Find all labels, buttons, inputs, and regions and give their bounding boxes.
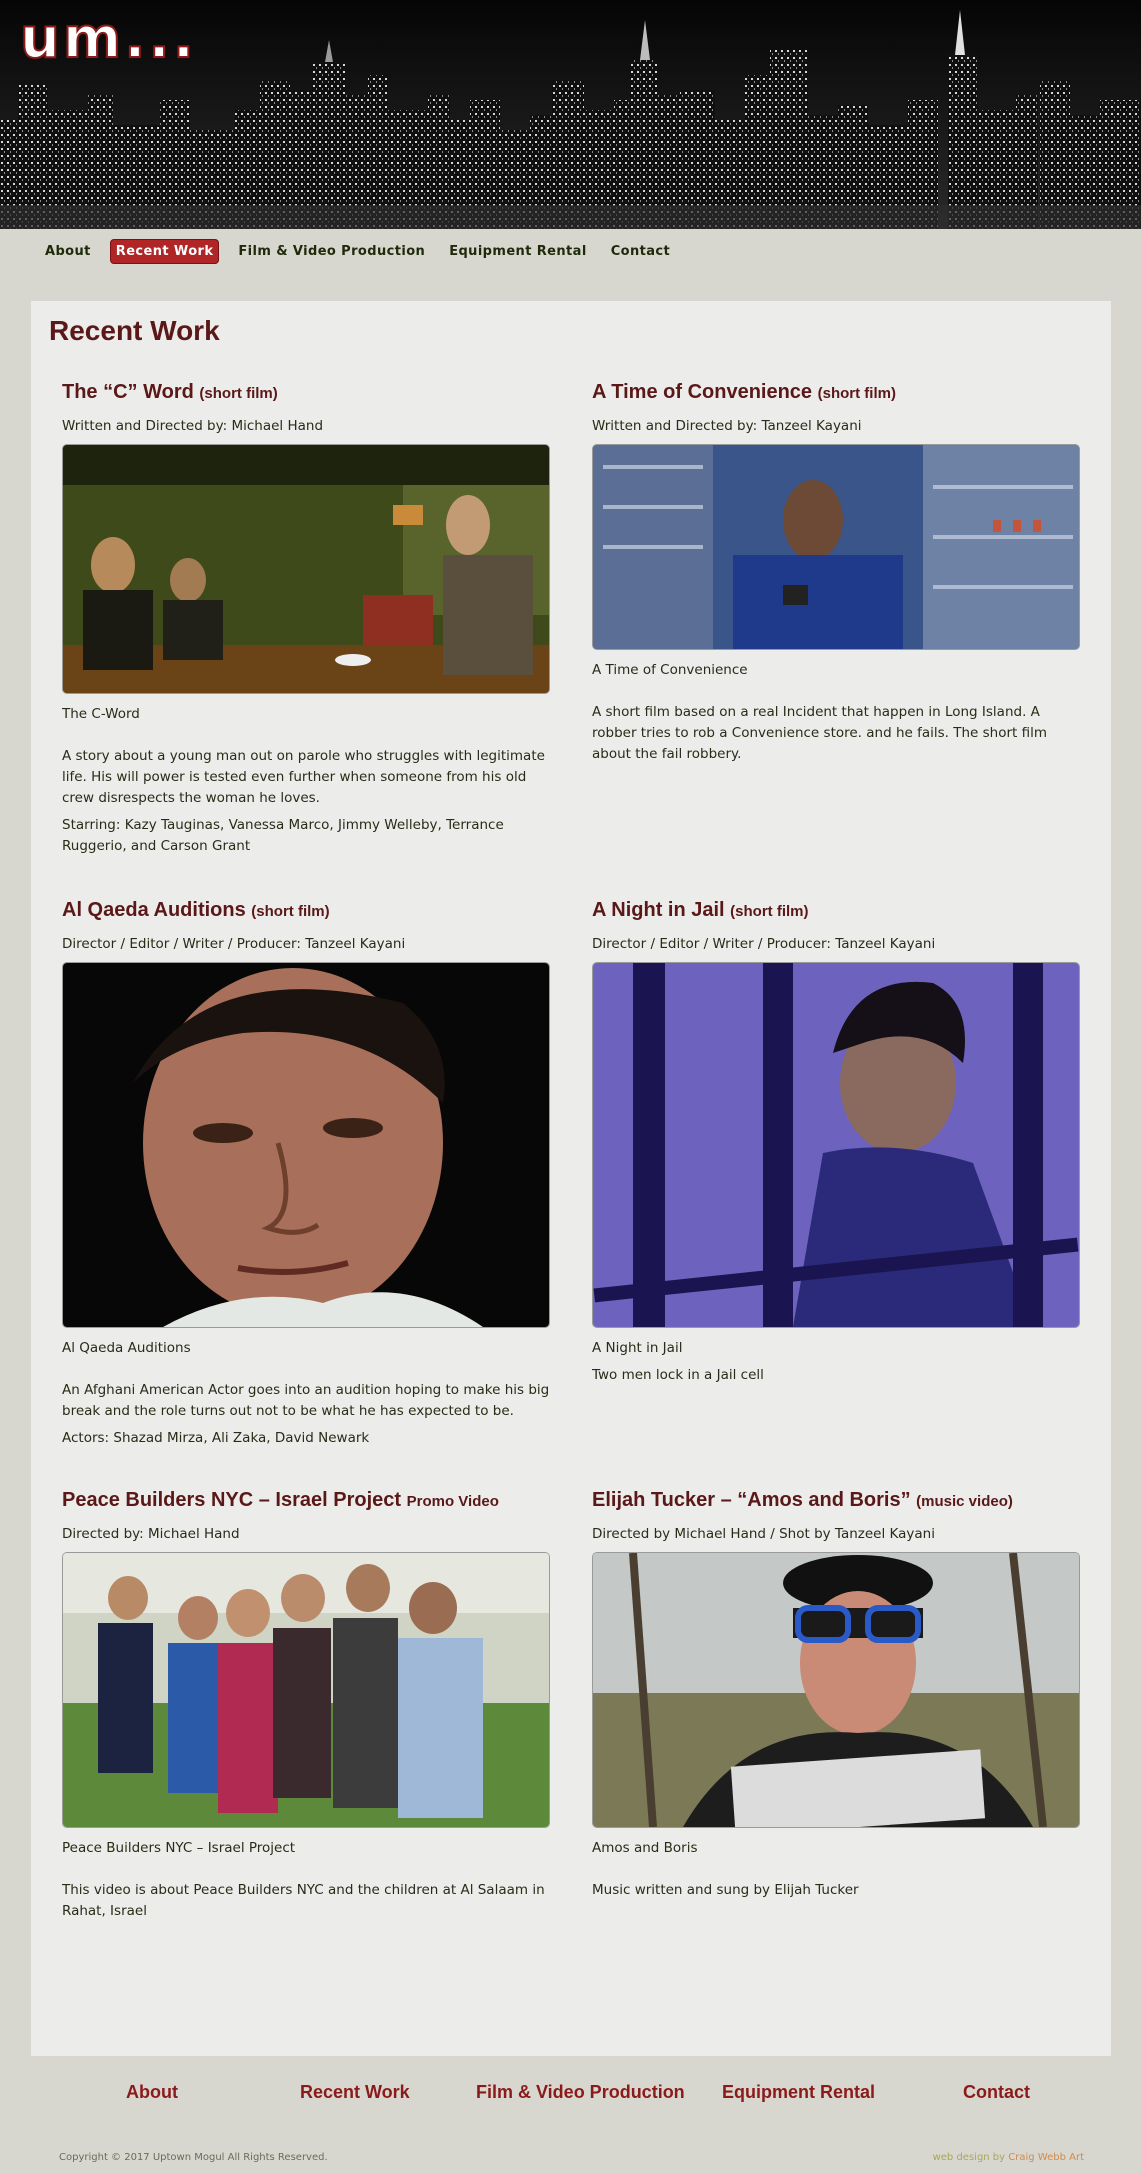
work-extra: Two men lock in a Jail cell: [592, 1367, 764, 1383]
work-credit: Written and Directed by: Tanzeel Kayani: [592, 418, 862, 434]
work-title: Al Qaeda Auditions (short film): [62, 897, 550, 925]
work-caption: The C-Word: [62, 706, 140, 722]
footer-nav-recent-work[interactable]: Recent Work: [300, 2082, 410, 2103]
credit-prefix: web design by: [932, 2152, 1006, 2163]
work-tag: (short film): [199, 385, 278, 402]
amos-and-boris-still: [593, 1553, 1079, 1827]
web-design-credit: web design by Craig Webb Art: [933, 2152, 1084, 2163]
work-title-text: A Night in Jail: [592, 899, 725, 921]
work-description: An Afghani American Actor goes into an a…: [62, 1382, 550, 1419]
work-title: A Night in Jail (short film): [592, 897, 1080, 925]
work-caption: A Time of Convenience: [592, 662, 748, 678]
work-image[interactable]: [592, 962, 1080, 1328]
page-title: Recent Work: [49, 315, 220, 346]
work-description: A short film based on a real Incident th…: [592, 704, 1048, 762]
al-qaeda-still: [63, 963, 549, 1327]
work-caption: Al Qaeda Auditions: [62, 1340, 191, 1356]
work-extra: Actors: Shazad Mirza, Ali Zaka, David Ne…: [62, 1430, 370, 1446]
work-caption: A Night in Jail: [592, 1340, 683, 1356]
footer-nav: About Recent Work Film & Video Productio…: [0, 2082, 1141, 2122]
work-card: A Night in Jail (short film) Director / …: [592, 897, 1080, 1386]
work-tag: (music video): [916, 1493, 1013, 1510]
work-image[interactable]: [62, 444, 550, 694]
work-tag: Promo Video: [406, 1493, 499, 1510]
work-credit: Director / Editor / Writer / Producer: T…: [62, 936, 406, 952]
work-title: Peace Builders NYC – Israel Project Prom…: [62, 1487, 550, 1515]
work-card: Elijah Tucker – “Amos and Boris” (music …: [592, 1487, 1080, 1901]
site-header: um...: [0, 0, 1141, 229]
work-credit: Directed by: Michael Hand: [62, 1526, 240, 1542]
work-title-text: Elijah Tucker – “Amos and Boris”: [592, 1489, 911, 1511]
nav-contact[interactable]: Contact: [606, 240, 675, 263]
nav-about[interactable]: About: [40, 240, 96, 263]
nav-recent-work[interactable]: Recent Work: [109, 238, 220, 264]
convenience-still: [593, 445, 1079, 649]
work-extra: Starring: Kazy Tauginas, Vanessa Marco, …: [62, 817, 504, 854]
work-title: The “C” Word (short film): [62, 379, 550, 407]
work-description: A story about a young man out on parole …: [62, 748, 545, 806]
work-title: A Time of Convenience (short film): [592, 379, 1080, 407]
site-logo[interactable]: um...: [19, 5, 197, 72]
work-credit: Directed by Michael Hand / Shot by Tanze…: [592, 1526, 935, 1542]
nav-equipment-rental[interactable]: Equipment Rental: [444, 240, 592, 263]
work-credit: Director / Editor / Writer / Producer: T…: [592, 936, 936, 952]
work-caption: Amos and Boris: [592, 1840, 698, 1856]
main-nav: About Recent Work Film & Video Productio…: [0, 229, 1141, 273]
work-card: A Time of Convenience (short film) Writt…: [592, 379, 1080, 765]
footer-nav-about[interactable]: About: [126, 2082, 178, 2103]
night-in-jail-still: [593, 963, 1079, 1327]
work-card: The “C” Word (short film) Written and Di…: [62, 379, 550, 857]
work-tag: (short film): [817, 385, 896, 402]
work-image[interactable]: [592, 1552, 1080, 1828]
work-title-text: Al Qaeda Auditions: [62, 899, 246, 921]
work-title-text: The “C” Word: [62, 381, 194, 403]
footer-nav-contact[interactable]: Contact: [963, 2082, 1030, 2103]
work-title-text: Peace Builders NYC – Israel Project: [62, 1489, 402, 1511]
work-credit: Written and Directed by: Michael Hand: [62, 418, 324, 434]
work-tag: (short film): [730, 903, 809, 920]
work-description: Music written and sung by Elijah Tucker: [592, 1882, 859, 1898]
work-tag: (short film): [251, 903, 330, 920]
work-description: This video is about Peace Builders NYC a…: [62, 1882, 545, 1919]
work-image[interactable]: [592, 444, 1080, 650]
footer-nav-equipment-rental[interactable]: Equipment Rental: [722, 2082, 875, 2103]
copyright-text: Copyright © 2017 Uptown Mogul All Rights…: [59, 2152, 328, 2163]
work-title-text: A Time of Convenience: [592, 381, 813, 403]
credit-link[interactable]: Craig Webb Art: [1008, 2152, 1084, 2163]
work-image[interactable]: [62, 1552, 550, 1828]
peace-builders-still: [63, 1553, 549, 1827]
content-area: Recent Work The “C” Word (short film) Wr…: [31, 301, 1111, 2056]
nav-film-video-production[interactable]: Film & Video Production: [233, 240, 430, 263]
c-word-still: [63, 445, 549, 693]
footer-nav-film-video-production[interactable]: Film & Video Production: [476, 2082, 685, 2103]
work-caption: Peace Builders NYC – Israel Project: [62, 1840, 296, 1856]
work-image[interactable]: [62, 962, 550, 1328]
work-card: Peace Builders NYC – Israel Project Prom…: [62, 1487, 550, 1922]
work-title: Elijah Tucker – “Amos and Boris” (music …: [592, 1487, 1080, 1515]
work-card: Al Qaeda Auditions (short film) Director…: [62, 897, 550, 1449]
